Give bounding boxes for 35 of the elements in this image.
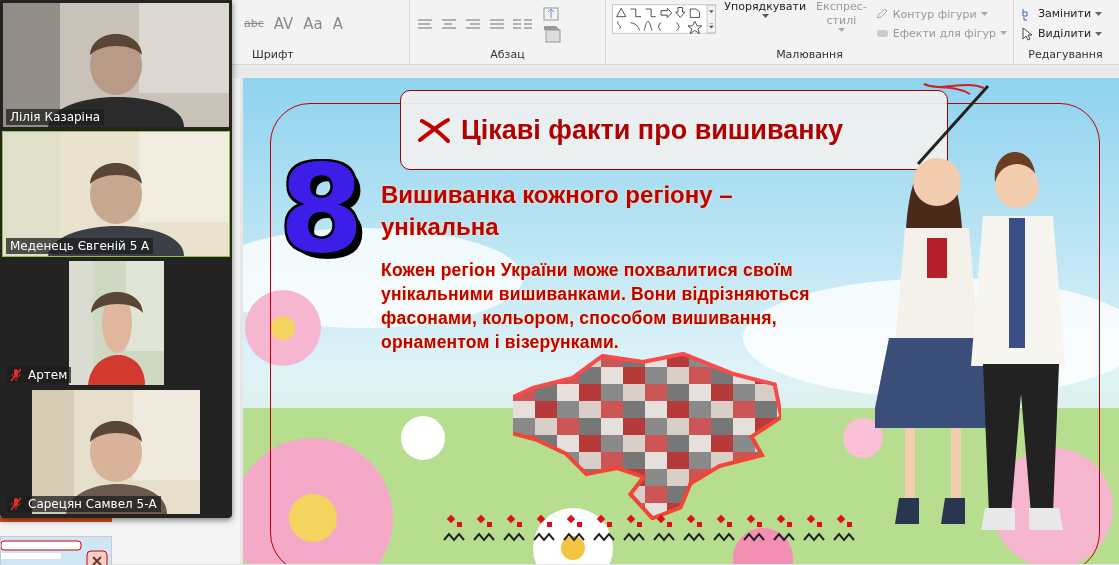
select-button[interactable]: Виділити bbox=[1020, 26, 1103, 41]
eraser-icon bbox=[874, 27, 889, 39]
caret-icon bbox=[1095, 31, 1103, 36]
group-label: Абзац bbox=[489, 47, 526, 63]
align-icon[interactable] bbox=[488, 17, 504, 30]
participant-name: Меденець Євгеній 5 А bbox=[10, 238, 150, 254]
slide-title: Цікаві факти про вишиванку bbox=[461, 114, 844, 146]
slide-heading: Вишиванка кожного регіону – унікальна bbox=[381, 180, 734, 242]
align-icon[interactable] bbox=[440, 17, 456, 30]
arrange-button[interactable]: Упорядкувати bbox=[722, 0, 809, 18]
caret-icon bbox=[980, 12, 988, 16]
slide-thumbnail[interactable] bbox=[1, 537, 111, 565]
participant-name: Лілія Казаріна bbox=[10, 109, 101, 125]
align-icon[interactable] bbox=[464, 17, 480, 30]
caret-icon bbox=[837, 28, 845, 32]
participant-name: Артем bbox=[28, 367, 68, 383]
participant-name: Сарецян Самвел 5-А bbox=[28, 496, 157, 512]
group-label: Редагування bbox=[1027, 47, 1104, 63]
caret-icon bbox=[1095, 11, 1103, 16]
cross-stitch-icon bbox=[417, 117, 451, 143]
group-label: Шрифт bbox=[251, 47, 295, 63]
pencil-icon bbox=[874, 8, 889, 20]
video-tile[interactable]: Сарецян Самвел 5-А bbox=[2, 389, 230, 515]
align-icon[interactable] bbox=[416, 17, 432, 30]
video-tile[interactable]: Артем bbox=[2, 260, 230, 386]
video-tile[interactable]: Меденець Євгеній 5 А bbox=[2, 131, 230, 257]
video-tile[interactable]: Лілія Казаріна bbox=[2, 2, 230, 128]
group-label: Малювання bbox=[775, 47, 844, 63]
slide-number: 8 bbox=[279, 148, 364, 270]
pointer-icon bbox=[1020, 26, 1034, 41]
replace-button[interactable]: Замінити bbox=[1020, 6, 1103, 21]
caret-icon bbox=[1000, 31, 1007, 35]
caret-icon bbox=[761, 14, 769, 18]
slide-text: Кожен регіон України може похвалитися своїм унікальними вишиванками. Вони відрізняються фасонами, кольором, способом вишивання, орнаментом і візерунками. bbox=[381, 259, 811, 354]
columns-icon[interactable] bbox=[512, 17, 534, 30]
